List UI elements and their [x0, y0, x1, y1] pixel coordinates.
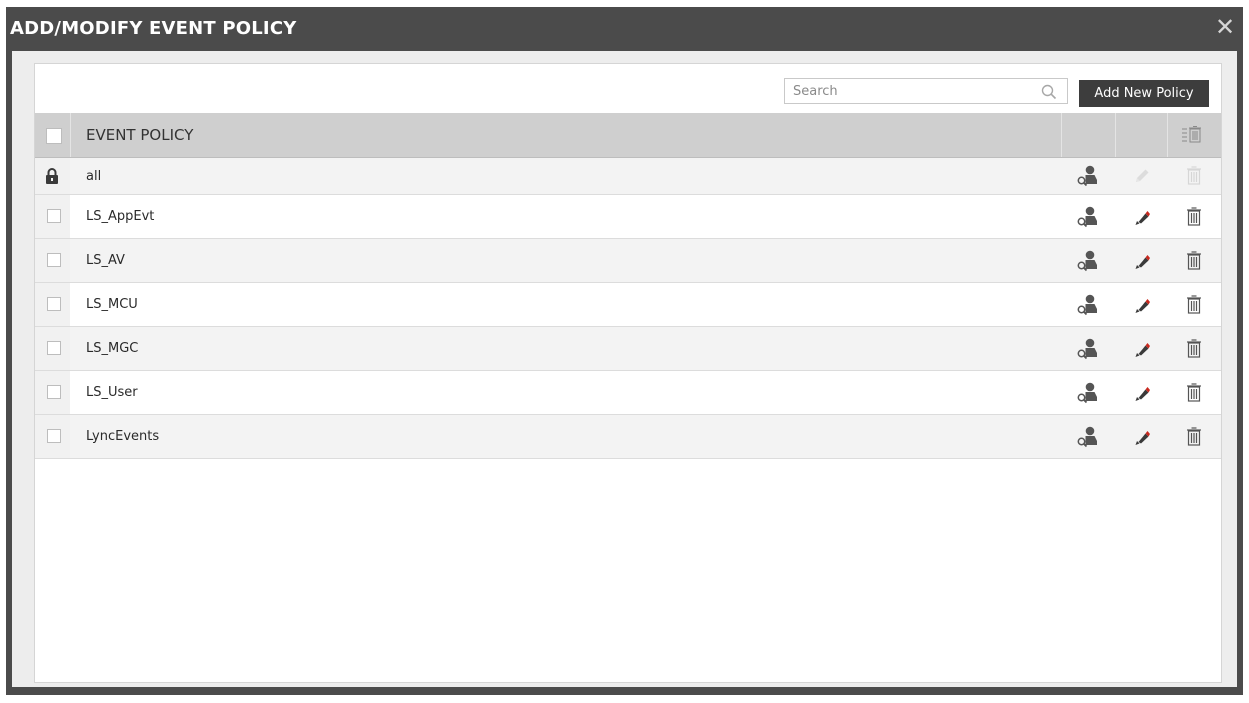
- row-check-cell: [35, 327, 70, 370]
- edit-pencil-icon: [1115, 158, 1169, 194]
- table-row[interactable]: LS_MCU: [35, 283, 1221, 327]
- dialog-titlebar: ADD/MODIFY EVENT POLICY ✕: [6, 7, 1243, 51]
- policy-name: LS_AppEvt: [86, 209, 155, 224]
- trash-icon[interactable]: [1167, 283, 1221, 326]
- edit-pencil-icon[interactable]: [1115, 415, 1169, 458]
- view-user-icon[interactable]: [1061, 283, 1115, 326]
- edit-pencil-icon[interactable]: [1115, 327, 1169, 370]
- view-user-icon[interactable]: [1061, 195, 1115, 238]
- header-divider: [1061, 113, 1062, 157]
- policy-name: LS_MGC: [86, 341, 139, 356]
- table-row[interactable]: LS_MGC: [35, 327, 1221, 371]
- row-check-cell: [35, 239, 70, 282]
- row-check-cell: [35, 415, 70, 458]
- policy-panel: Add New Policy EVENT POLICY: [34, 63, 1222, 683]
- row-checkbox[interactable]: [47, 253, 61, 267]
- event-policy-dialog: ADD/MODIFY EVENT POLICY ✕ Add New Policy: [6, 7, 1243, 695]
- edit-pencil-icon[interactable]: [1115, 239, 1169, 282]
- table-row[interactable]: all: [35, 158, 1221, 195]
- row-lock-cell: [35, 158, 70, 194]
- row-checkbox[interactable]: [47, 385, 61, 399]
- view-user-icon[interactable]: [1061, 371, 1115, 414]
- row-checkbox[interactable]: [47, 341, 61, 355]
- table-row[interactable]: LS_AppEvt: [35, 195, 1221, 239]
- table-header: EVENT POLICY: [35, 113, 1221, 158]
- header-divider: [1115, 113, 1116, 157]
- search-input[interactable]: [793, 80, 1033, 102]
- view-user-icon[interactable]: [1061, 415, 1115, 458]
- search-icon[interactable]: [1041, 84, 1057, 100]
- header-divider: [70, 113, 71, 157]
- close-icon[interactable]: ✕: [1212, 13, 1238, 41]
- trash-icon[interactable]: [1167, 195, 1221, 238]
- dialog-body: Add New Policy EVENT POLICY: [12, 51, 1237, 687]
- header-check-cell: [35, 113, 70, 157]
- row-check-cell: [35, 371, 70, 414]
- table-row[interactable]: LyncEvents: [35, 415, 1221, 459]
- trash-icon: [1167, 158, 1221, 194]
- dialog-title: ADD/MODIFY EVENT POLICY: [10, 18, 297, 39]
- search-box: [784, 78, 1068, 104]
- view-user-icon[interactable]: [1061, 327, 1115, 370]
- edit-pencil-icon[interactable]: [1115, 283, 1169, 326]
- header-divider: [1167, 113, 1168, 157]
- column-header-event-policy[interactable]: EVENT POLICY: [86, 113, 193, 157]
- row-checkbox[interactable]: [47, 429, 61, 443]
- trash-icon[interactable]: [1167, 327, 1221, 370]
- policy-name: LS_MCU: [86, 297, 138, 312]
- row-check-cell: [35, 195, 70, 238]
- row-check-cell: [35, 283, 70, 326]
- row-checkbox[interactable]: [47, 209, 61, 223]
- policy-name: all: [86, 168, 102, 184]
- view-user-icon[interactable]: [1061, 158, 1115, 194]
- trash-icon[interactable]: [1167, 415, 1221, 458]
- table-row[interactable]: LS_User: [35, 371, 1221, 415]
- bulk-delete-icon[interactable]: [1181, 125, 1203, 145]
- add-new-policy-button[interactable]: Add New Policy: [1079, 80, 1209, 107]
- trash-icon[interactable]: [1167, 239, 1221, 282]
- trash-icon[interactable]: [1167, 371, 1221, 414]
- select-all-checkbox[interactable]: [46, 128, 62, 144]
- edit-pencil-icon[interactable]: [1115, 371, 1169, 414]
- policy-name: LyncEvents: [86, 429, 160, 444]
- policy-name: LS_AV: [86, 253, 125, 268]
- table-row[interactable]: LS_AV: [35, 239, 1221, 283]
- lock-icon: [45, 167, 59, 185]
- edit-pencil-icon[interactable]: [1115, 195, 1169, 238]
- policy-table: EVENT POLICY all LS_AppEvt LS_AV LS_MCU …: [35, 113, 1221, 459]
- view-user-icon[interactable]: [1061, 239, 1115, 282]
- row-checkbox[interactable]: [47, 297, 61, 311]
- policy-name: LS_User: [86, 385, 138, 400]
